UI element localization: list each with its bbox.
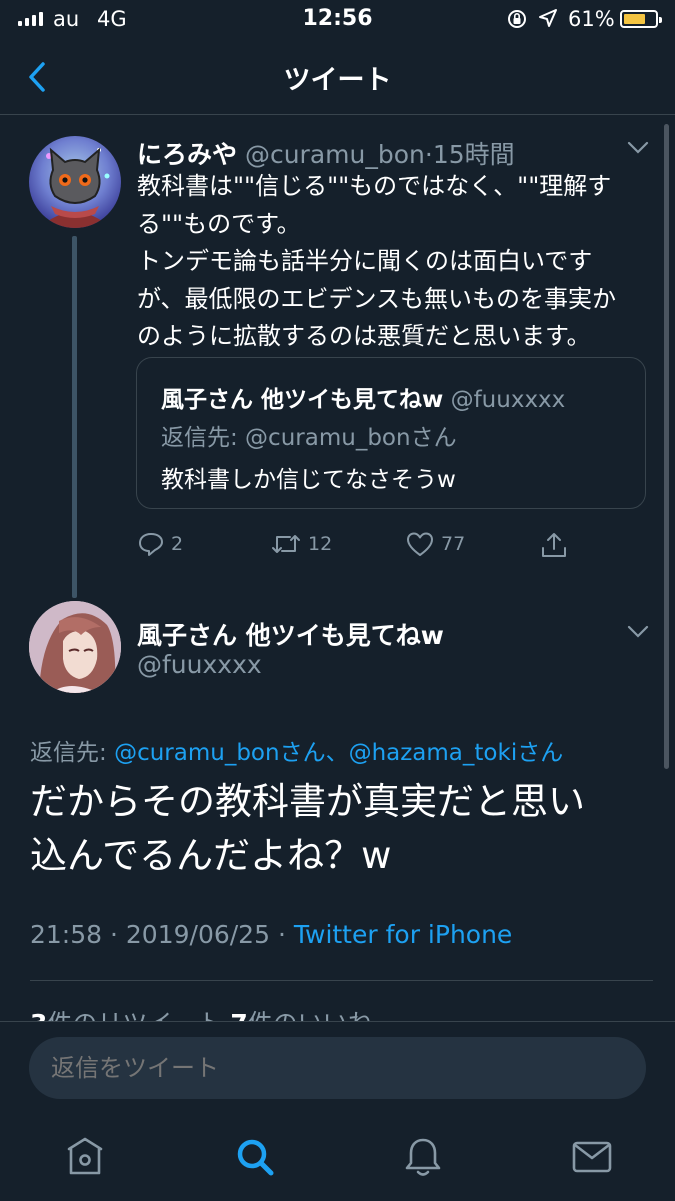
quoted-text: 教科書しか信じてなさそうw xyxy=(161,467,456,493)
location-icon xyxy=(538,7,558,29)
meta-dot: · xyxy=(277,920,286,949)
reply-to-prefix: 返信先: xyxy=(30,740,115,766)
tab-home[interactable] xyxy=(63,1135,107,1179)
tweet2-text-line: だからその教科書が真実だと思い xyxy=(30,780,585,823)
tweet1-actions: 2 12 77 xyxy=(0,530,675,564)
tweet2-text: だからその教科書が真実だと思い 込んでるんだよね？w xyxy=(30,775,650,883)
tweet2-stats: 3件のリツイート 7件のいいね xyxy=(30,1004,373,1021)
retweet-icon xyxy=(272,535,300,553)
messages-icon xyxy=(572,1141,612,1173)
like-button[interactable]: 77 xyxy=(405,530,465,558)
tweet1-text-line: が、最低限のエビデンスも無いものを事実か xyxy=(137,284,617,313)
tweet2-author-handle[interactable]: @fuuxxxx xyxy=(137,650,262,679)
tweet2-author-name[interactable]: 風子さん 他ツイも見てねw xyxy=(137,616,444,652)
rotation-lock-icon xyxy=(506,8,528,30)
status-bar: au 4G 12:56 61% xyxy=(0,0,675,38)
tweet1-text: 教科書は""信じる""ものではなく、""理解す る""ものです。 トンデモ論も話… xyxy=(137,168,657,356)
reply-input[interactable] xyxy=(29,1037,646,1099)
avatar[interactable] xyxy=(29,601,121,693)
page-title: ツイート xyxy=(283,65,392,96)
quoted-tweet[interactable]: 風子さん 他ツイも見てねw @fuuxxxx 返信先: @curamu_bonさ… xyxy=(136,357,646,509)
retweet-stat-count[interactable]: 3 xyxy=(30,1009,47,1021)
reply-icon xyxy=(139,533,163,556)
quoted-reply-to: 返信先: @curamu_bonさん xyxy=(161,425,457,451)
tweet2-menu-button[interactable] xyxy=(627,625,649,639)
reply-count: 2 xyxy=(171,533,184,555)
share-icon xyxy=(542,533,566,557)
notifications-icon xyxy=(405,1138,441,1176)
tweet2-reply-to: 返信先: @curamu_bonさん、@hazama_tokiさん xyxy=(30,733,563,767)
chevron-down-icon xyxy=(627,625,649,638)
tweet2-text-line: 込んでるんだよね？w xyxy=(30,834,392,877)
tweet1-text-line: のように拡散するのは悪質だと思います。 xyxy=(137,322,591,350)
battery-icon xyxy=(620,10,662,28)
tweet1-menu-button[interactable] xyxy=(627,141,649,155)
tweet1-author-name[interactable]: にろみや xyxy=(137,140,237,169)
meta-dot: · xyxy=(110,920,118,949)
heart-icon xyxy=(407,532,433,556)
bottom-panel xyxy=(0,1021,675,1201)
retweet-count: 12 xyxy=(308,533,333,555)
chevron-down-icon xyxy=(627,141,649,154)
tweet2-time: 21:58 xyxy=(30,920,103,949)
like-stat-count[interactable]: 7 xyxy=(230,1009,247,1021)
tab-messages[interactable] xyxy=(570,1135,614,1179)
quoted-author-handle: @fuuxxxx xyxy=(450,387,566,413)
tweet1-text-line: トンデモ論も話半分に聞くのは面白いです xyxy=(137,247,593,275)
search-icon xyxy=(237,1139,274,1176)
tweet1-header: にろみや @curamu_bon·15時間 xyxy=(137,135,515,171)
tweet2-date: 2019/06/25 xyxy=(125,920,270,949)
battery-percent: 61% xyxy=(568,7,615,31)
retweet-button[interactable]: 12 xyxy=(270,530,332,558)
like-stat-label[interactable]: 件のいいね xyxy=(248,1009,373,1021)
tab-notifications[interactable] xyxy=(401,1135,445,1179)
divider xyxy=(30,980,653,981)
tweet1-text-line: 教科書は""信じる""ものではなく、""理解す xyxy=(137,172,612,200)
tweet2-meta: 21:58 · 2019/06/25 · Twitter for iPhone xyxy=(30,920,512,949)
nav-bar: ツイート xyxy=(0,38,675,115)
tweet2-source-link[interactable]: Twitter for iPhone xyxy=(294,920,512,949)
avatar[interactable] xyxy=(29,136,121,228)
tweet1-time: 15時間 xyxy=(432,140,515,169)
tab-search[interactable] xyxy=(233,1135,277,1179)
home-icon xyxy=(67,1137,103,1175)
like-count: 77 xyxy=(441,533,466,555)
quoted-tweet-header: 風子さん 他ツイも見てねw @fuuxxxx xyxy=(161,380,565,414)
share-button[interactable] xyxy=(539,530,569,560)
retweet-stat-label[interactable]: 件のリツイート xyxy=(47,1009,222,1021)
reply-button[interactable]: 2 xyxy=(137,530,183,558)
tweet1-text-line: る""ものです。 xyxy=(137,209,301,238)
tweet1-author-handle[interactable]: @curamu_bon xyxy=(245,140,425,169)
scrollbar[interactable] xyxy=(664,124,669,769)
quoted-author-name: 風子さん 他ツイも見てねw xyxy=(161,387,444,413)
reply-to-users-link[interactable]: @curamu_bonさん、@hazama_tokiさん xyxy=(114,740,563,766)
tweet1-dot: · xyxy=(424,140,433,169)
